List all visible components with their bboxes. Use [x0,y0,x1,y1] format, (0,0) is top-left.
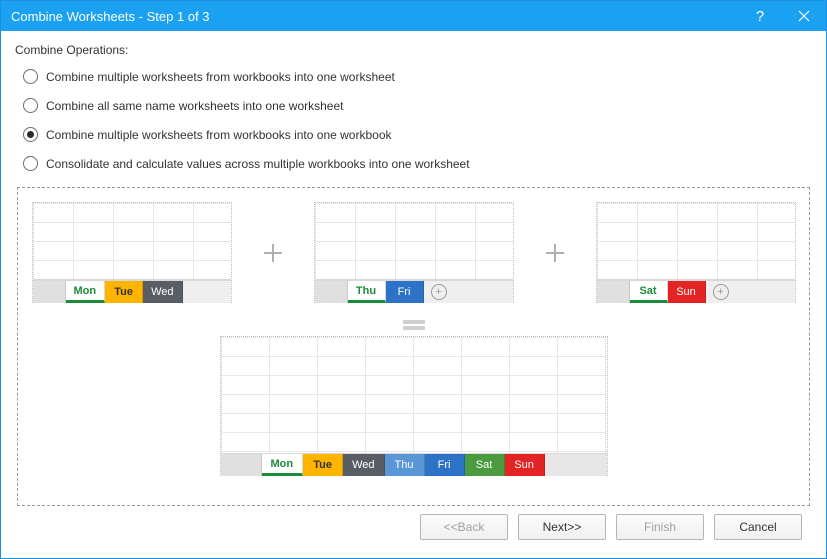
sheet-tab-sun: Sun [505,454,545,476]
sheet-tabbar: Mon Tue Wed Thu Fri Sat Sun [221,453,607,476]
add-sheet-button: + [706,281,736,303]
close-button[interactable] [782,1,826,31]
worksheet-grid [315,203,513,280]
radio-icon [23,69,38,84]
radio-label: Combine multiple worksheets from workboo… [46,70,395,84]
titlebar: Combine Worksheets - Step 1 of 3 ? [1,1,826,31]
dialog-window: Combine Worksheets - Step 1 of 3 ? Combi… [0,0,827,559]
sheet-tab-sat: Sat [465,454,505,476]
plus-icon [261,241,285,265]
plus-circle-icon: + [713,284,729,300]
window-title: Combine Worksheets - Step 1 of 3 [11,9,738,24]
tabbar-spacer [545,454,607,476]
section-title: Combine Operations: [15,43,816,57]
sheet-tab-wed: Wed [343,454,384,476]
radio-label: Combine multiple worksheets from workboo… [46,128,392,142]
radio-group-combine-operations: Combine multiple worksheets from workboo… [23,63,816,179]
sheet-tab-sat: Sat [630,281,668,303]
sheet-tab-mon: Mon [66,281,106,303]
tab-scroll-area [221,454,262,476]
sheet-tab-wed: Wed [143,281,182,303]
plus-icon [543,241,567,265]
illustration-panel: Mon Tue Wed Thu Fri [17,187,810,506]
tab-scroll-area [597,281,630,303]
sheet-tab-thu: Thu [348,281,386,303]
radio-option-2[interactable]: Combine all same name worksheets into on… [23,98,816,113]
cancel-button[interactable]: Cancel [714,514,802,540]
tab-scroll-area [33,281,66,303]
sheet-tab-tue: Tue [105,281,143,303]
source-workbook-2: Thu Fri + [314,202,514,303]
radio-icon [23,127,38,142]
sheet-tabbar: Mon Tue Wed [33,280,231,303]
radio-option-1[interactable]: Combine multiple worksheets from workboo… [23,69,816,84]
result-workbook: Mon Tue Wed Thu Fri Sat Sun [220,336,608,476]
source-row: Mon Tue Wed Thu Fri [18,202,809,303]
add-sheet-button: + [424,281,454,303]
tab-scroll-area [315,281,348,303]
radio-option-3[interactable]: Combine multiple worksheets from workboo… [23,127,816,142]
radio-label: Combine all same name worksheets into on… [46,99,343,113]
sheet-tab-thu: Thu [385,454,425,476]
sheet-tab-tue: Tue [303,454,343,476]
radio-option-4[interactable]: Consolidate and calculate values across … [23,156,816,171]
help-button[interactable]: ? [738,1,782,31]
plus-circle-icon: + [431,284,447,300]
dialog-body: Combine Operations: Combine multiple wor… [1,31,826,558]
radio-icon [23,98,38,113]
sheet-tab-fri: Fri [425,454,465,476]
radio-label: Consolidate and calculate values across … [46,157,470,171]
next-button[interactable]: Next>> [518,514,606,540]
finish-button[interactable]: Finish [616,514,704,540]
source-workbook-1: Mon Tue Wed [32,202,232,303]
back-button[interactable]: <<Back [420,514,508,540]
equals-icon [403,318,425,332]
dialog-footer: <<Back Next>> Finish Cancel [11,512,816,552]
radio-icon [23,156,38,171]
worksheet-grid [33,203,231,280]
sheet-tabbar: Thu Fri + [315,280,513,303]
sheet-tabbar: Sat Sun + [597,280,795,303]
worksheet-grid [221,337,607,453]
sheet-tab-mon: Mon [262,454,304,476]
sheet-tab-sun: Sun [668,281,706,303]
close-icon [798,10,810,22]
source-workbook-3: Sat Sun + [596,202,796,303]
sheet-tab-fri: Fri [386,281,424,303]
worksheet-grid [597,203,795,280]
